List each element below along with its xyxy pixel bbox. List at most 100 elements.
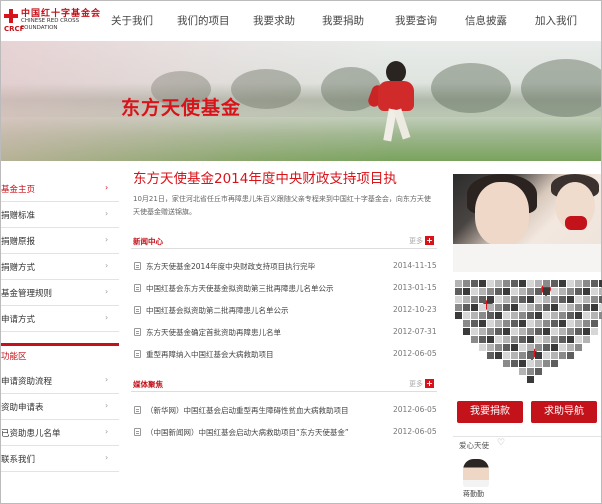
mosaic-photo-tile <box>583 304 590 311</box>
mosaic-photo-tile <box>543 304 550 311</box>
sidebar-item-process[interactable]: 申请资助流程 › <box>1 368 119 394</box>
mosaic-photo-tile <box>591 320 598 327</box>
mosaic-photo-tile <box>519 368 526 375</box>
mosaic-photo-tile <box>559 304 566 311</box>
nav-join[interactable]: 加入我们 <box>535 13 577 28</box>
mosaic-photo-tile <box>479 280 486 287</box>
news-item[interactable]: 中国红基会东方天使基金拟资助第三批再障患儿名单公示 2013-01-15 <box>131 279 437 301</box>
mosaic-photo-tile <box>559 352 566 359</box>
mosaic-photo-tile <box>535 328 542 335</box>
nav-donate[interactable]: 我要捐助 <box>322 13 364 28</box>
mosaic-photo-tile <box>543 336 550 343</box>
news-item-title: 中国红基会东方天使基金拟资助第三批再障患儿名单公示 <box>146 284 334 293</box>
mosaic-photo-tile <box>551 328 558 335</box>
sidebar-item-home[interactable]: 基金主页 › <box>1 176 119 202</box>
media-item-date: 2012-06-05 <box>393 405 437 414</box>
mosaic-photo-tile <box>487 336 494 343</box>
chevron-right-icon: › <box>105 235 109 244</box>
mosaic-photo-tile <box>503 360 510 367</box>
media-section-header: 媒体聚焦 更多 + <box>131 378 437 392</box>
mosaic-photo-tile <box>463 304 470 311</box>
mosaic-photo-tile <box>575 336 582 343</box>
spokesperson-photo <box>453 174 601 272</box>
mosaic-photo-tile <box>527 376 534 383</box>
sidebar-item-report[interactable]: 捐赠原报 › <box>1 228 119 254</box>
chevron-right-icon: › <box>105 261 109 270</box>
sidebar-item-contact[interactable]: 联系我们 › <box>1 446 119 472</box>
news-more-link[interactable]: 更多 <box>409 236 423 246</box>
banner-title: 东方天使基金 <box>121 97 242 119</box>
mosaic-photo-tile <box>455 304 462 311</box>
mosaic-photo-tile <box>583 288 590 295</box>
hero-banner: 东方天使基金 <box>1 41 601 161</box>
featured-headline[interactable]: 东方天使基金2014年度中央财政支持项目执 <box>133 167 397 187</box>
chevron-right-icon: › <box>105 287 109 296</box>
mosaic-photo-tile <box>527 296 534 303</box>
media-more-link[interactable]: 更多 <box>409 379 423 389</box>
mosaic-photo-tile <box>471 288 478 295</box>
sidebar-item-funded-list[interactable]: 已资助患儿名单 › <box>1 420 119 446</box>
news-item[interactable]: 中国红基会拟资助第二批再障患儿名单公示 2012-10-23 <box>131 301 437 323</box>
mosaic-photo-tile <box>551 280 558 287</box>
mosaic-photo-tile <box>511 344 518 351</box>
mosaic-photo-tile <box>503 288 510 295</box>
news-item[interactable]: 东方天使基金2014年度中央财政支持项目执行完毕 2014-11-15 <box>131 257 437 279</box>
mosaic-photo-tile <box>511 312 518 319</box>
donate-button[interactable]: 我要捐款 <box>457 401 523 423</box>
mosaic-photo-tile <box>551 344 558 351</box>
mosaic-photo-tile <box>551 296 558 303</box>
mosaic-photo-tile <box>551 312 558 319</box>
mosaic-photo-tile <box>535 304 542 311</box>
plus-icon[interactable]: + <box>425 379 434 388</box>
mosaic-photo-tile <box>535 296 542 303</box>
mosaic-photo-tile <box>543 296 550 303</box>
mosaic-photo-tile <box>567 312 574 319</box>
mosaic-photo-tile <box>583 328 590 335</box>
sidebar-item-standard[interactable]: 捐赠标准 › <box>1 202 119 228</box>
help-navigation-button[interactable]: 求助导航 <box>531 401 597 423</box>
mosaic-photo-tile <box>527 304 534 311</box>
mosaic-photo-tile <box>519 304 526 311</box>
angel-avatar[interactable] <box>463 459 489 487</box>
mosaic-photo-tile <box>551 288 558 295</box>
mosaic-photo-tile <box>511 328 518 335</box>
media-item-date: 2012-06-05 <box>393 427 437 436</box>
mosaic-photo-tile <box>559 312 566 319</box>
sidebar-item-methods[interactable]: 捐赠方式 › <box>1 254 119 280</box>
nav-about[interactable]: 关于我们 <box>111 13 153 28</box>
site-logo[interactable]: 中国红十字基金会 CHINESE RED CROSS FOUNDATION CR… <box>3 5 100 37</box>
mosaic-photo-tile <box>455 288 462 295</box>
mosaic-photo-tile <box>543 280 550 287</box>
mosaic-photo-tile <box>591 304 598 311</box>
nav-request-help[interactable]: 我要求助 <box>253 13 295 28</box>
document-icon <box>134 406 141 414</box>
mosaic-photo-tile <box>575 304 582 311</box>
mosaic-photo-tile <box>463 288 470 295</box>
news-item-title: 东方天使基金2014年度中央财政支持项目执行完毕 <box>146 262 316 271</box>
chevron-right-icon: › <box>105 453 109 462</box>
nav-inquiry[interactable]: 我要查询 <box>395 13 437 28</box>
mosaic-photo-tile <box>511 288 518 295</box>
nav-disclosure[interactable]: 信息披露 <box>465 13 507 28</box>
mosaic-photo-tile <box>559 296 566 303</box>
mosaic-photo-tile <box>455 312 462 319</box>
mosaic-photo-tile <box>519 296 526 303</box>
mosaic-photo-tile <box>543 328 550 335</box>
banner-overlay <box>1 41 601 161</box>
nav-projects[interactable]: 我们的项目 <box>177 13 230 28</box>
sidebar-item-rules[interactable]: 基金管理规则 › <box>1 280 119 306</box>
mosaic-photo-tile <box>511 336 518 343</box>
media-item[interactable]: （中国新闻网）中国红基会启动大病救助项目“东方天使基金” 2012-06-05 <box>131 423 437 445</box>
logo-abbr: CRCF <box>4 25 25 33</box>
news-item-date: 2012-06-05 <box>393 349 437 358</box>
heart-icon: ♡ <box>497 438 506 448</box>
media-item[interactable]: （新华网）中国红基会启动重型再生障碍性贫血大病救助项目 2012-06-05 <box>131 401 437 423</box>
sidebar-item-form[interactable]: 资助申请表 › <box>1 394 119 420</box>
mosaic-photo-tile <box>543 312 550 319</box>
news-item[interactable]: 重型再障纳入中国红基会大病救助项目 2012-06-05 <box>131 345 437 367</box>
news-item[interactable]: 东方天使基金确定首批资助再障患儿名单 2012-07-31 <box>131 323 437 345</box>
sidebar-item-apply[interactable]: 申请方式 › <box>1 306 119 332</box>
plus-icon[interactable]: + <box>425 236 434 245</box>
mosaic-photo-tile <box>551 320 558 327</box>
angel-name[interactable]: 蒋勤勤 <box>463 489 484 499</box>
